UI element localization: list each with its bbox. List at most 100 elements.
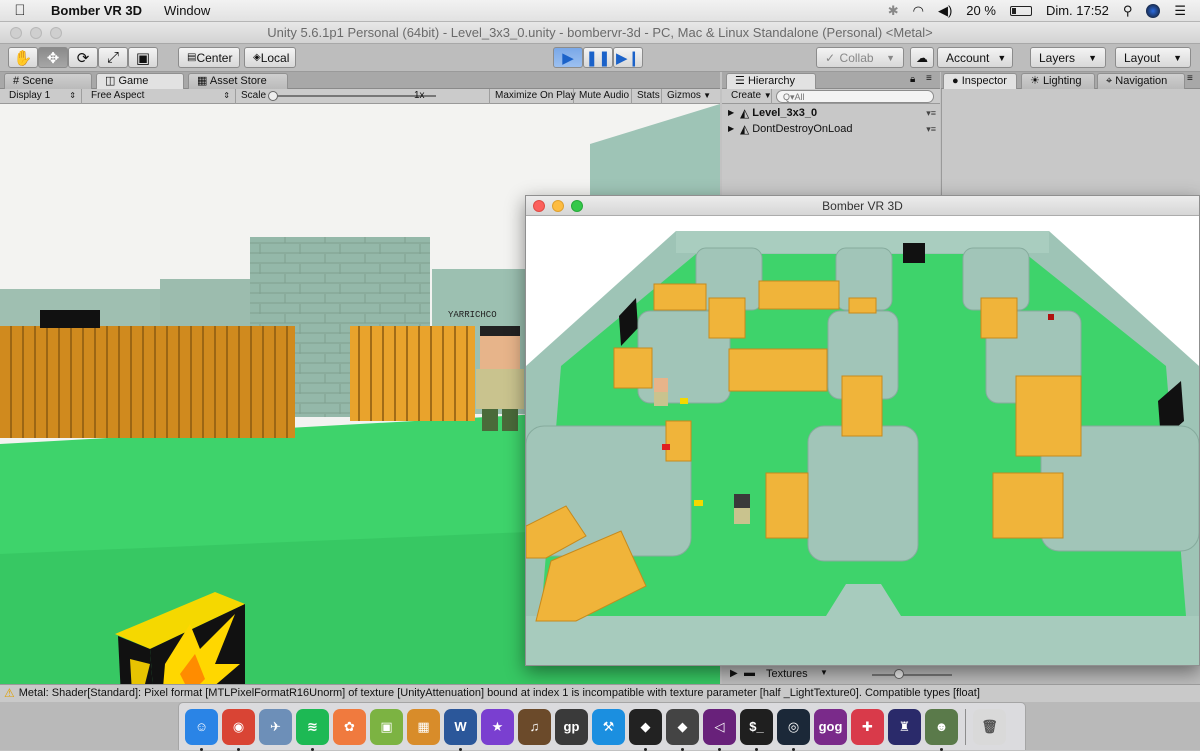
steam-icon[interactable]: ◎ xyxy=(777,708,810,751)
zoom-button[interactable] xyxy=(50,27,62,39)
scale-slider[interactable]: Scale 1x xyxy=(236,89,490,104)
console-status-bar[interactable]: ⚠ Metal: Shader[Standard]: Pixel format … xyxy=(0,684,1200,702)
gizmos-dropdown[interactable]: Gizmos ▼ xyxy=(662,89,716,104)
close-button[interactable] xyxy=(533,200,545,212)
game-window-titlebar[interactable]: Bomber VR 3D xyxy=(526,196,1199,216)
zoom-button[interactable] xyxy=(571,200,583,212)
unity-icon[interactable]: ◆ xyxy=(629,708,662,751)
panel-menu-icon[interactable]: ≡ xyxy=(1187,73,1193,84)
game-window-title: Bomber VR 3D xyxy=(822,199,903,213)
expand-triangle-icon[interactable]: ▶ xyxy=(728,121,737,137)
front-wall xyxy=(526,616,1199,665)
xcode-icon[interactable]: ⚒ xyxy=(592,708,625,745)
gog-icon-glyph: gog xyxy=(818,719,843,734)
spotlight-icon[interactable]: ⚲ xyxy=(1123,3,1133,19)
tab-lighting[interactable]: ☀ Lighting xyxy=(1021,73,1095,89)
cloud-button[interactable]: ☁ xyxy=(910,47,934,68)
visual-studio-icon[interactable]: ◁ xyxy=(703,708,736,751)
gamepad-icon[interactable]: ✚ xyxy=(851,708,884,745)
play-button[interactable]: ▶ xyxy=(553,47,583,68)
word-icon-glyph: W xyxy=(454,719,467,734)
account-dropdown[interactable]: Account ▼ xyxy=(937,47,1013,68)
crate-planks xyxy=(350,326,475,421)
expand-triangle-icon[interactable]: ▶ xyxy=(728,105,737,121)
mute-audio-toggle[interactable]: Mute Audio xyxy=(574,89,632,104)
hierarchy-tabbar: ☰ Hierarchy 🔒︎ ≡ xyxy=(722,72,940,89)
tab-inspector[interactable]: ● Inspector xyxy=(943,73,1017,89)
battery-percent[interactable]: 20 % xyxy=(966,3,996,18)
tab-hierarchy[interactable]: ☰ Hierarchy xyxy=(726,73,816,89)
minimize-button[interactable] xyxy=(30,27,42,39)
layers-dropdown[interactable]: Layers ▼ xyxy=(1030,47,1106,68)
tab-asset-store[interactable]: ▦ Asset Store xyxy=(188,73,288,89)
garageband-icon[interactable]: ♫ xyxy=(518,708,551,745)
hierarchy-item[interactable]: ▶ ◭ Level_3x3_0 ▾≡ xyxy=(728,105,936,121)
rect-tool-button[interactable]: ▣ xyxy=(128,47,158,68)
imovie-icon[interactable]: ★ xyxy=(481,708,514,745)
move-tool-button[interactable]: ✥ xyxy=(38,47,68,68)
stats-toggle[interactable]: Stats xyxy=(632,89,662,104)
window-menu[interactable]: Window xyxy=(153,3,221,18)
app-menu[interactable]: Bomber VR 3D xyxy=(40,3,153,18)
hand-tool-button[interactable]: ✋ xyxy=(8,47,38,68)
expand-triangle-icon[interactable]: ▶ xyxy=(730,668,738,679)
bomber-game-window[interactable]: Bomber VR 3D xyxy=(525,195,1200,666)
volume-icon[interactable]: ◀︎) xyxy=(938,3,952,19)
android-icon[interactable]: ▣ xyxy=(370,708,403,745)
display-dropdown[interactable]: Display 1 ⇕ xyxy=(4,89,82,104)
scale-tool-button[interactable]: ⤢ xyxy=(98,47,128,68)
tab-navigation[interactable]: ⌖ Navigation xyxy=(1097,73,1185,89)
create-dropdown[interactable]: Create ▼ xyxy=(726,89,772,104)
rotate-tool-button[interactable]: ⟳ xyxy=(68,47,98,68)
battery-icon[interactable] xyxy=(1009,5,1032,16)
chrome-icon[interactable]: ◉ xyxy=(222,708,255,751)
terminal-icon[interactable]: $_ xyxy=(740,708,773,751)
project-folder-label[interactable]: Textures xyxy=(766,668,808,680)
game-window-view[interactable] xyxy=(526,216,1199,665)
spotify-icon[interactable]: ≋ xyxy=(296,708,329,751)
word-icon[interactable]: W xyxy=(444,708,477,751)
hierarchy-search-input[interactable] xyxy=(776,90,934,103)
notification-center-icon[interactable]: ☰ xyxy=(1174,3,1186,19)
icon-size-thumb[interactable] xyxy=(894,669,904,679)
panel-menu-icon[interactable]: ≡ xyxy=(926,73,932,84)
siri-icon[interactable] xyxy=(1146,3,1161,18)
clock[interactable]: Dim. 17:52 xyxy=(1046,3,1109,18)
joystick-icon-glyph: ♜ xyxy=(898,718,911,734)
photos-icon[interactable]: ✿ xyxy=(333,708,366,745)
bluetooth-icon[interactable]: ✱ xyxy=(888,3,899,19)
maximize-on-play-toggle[interactable]: Maximize On Play xyxy=(490,89,576,104)
hierarchy-item[interactable]: ▶ ◭ DontDestroyOnLoad ▾≡ xyxy=(728,121,936,137)
unity-hub-icon[interactable]: ◆ xyxy=(666,708,699,751)
close-button[interactable] xyxy=(10,27,22,39)
trash-icon[interactable]: 🗑 xyxy=(973,708,1006,745)
running-indicator xyxy=(237,747,240,751)
lock-icon[interactable]: 🔒︎ xyxy=(910,74,915,85)
running-indicator xyxy=(311,747,314,751)
item-menu-icon[interactable]: ▾≡ xyxy=(926,105,936,121)
aspect-dropdown[interactable]: Free Aspect ⇕ xyxy=(86,89,236,104)
step-button[interactable]: ▶❙ xyxy=(613,47,643,68)
pixelmator-icon[interactable]: ▦ xyxy=(407,708,440,745)
apple-menu-icon[interactable]:  xyxy=(0,2,40,19)
wifi-icon[interactable]: ◠ xyxy=(913,3,924,19)
gog-icon[interactable]: gog xyxy=(814,708,847,745)
pivot-local-button[interactable]: ◈ Local xyxy=(244,47,296,68)
preview-icon[interactable]: ✈ xyxy=(259,708,292,745)
bomber-game-icon[interactable]: ☻ xyxy=(925,708,958,751)
arena-scene xyxy=(526,216,1199,665)
minimize-button[interactable] xyxy=(552,200,564,212)
chevron-down-icon: ▼ xyxy=(763,91,772,100)
item-menu-icon[interactable]: ▾≡ xyxy=(926,121,936,137)
layout-dropdown[interactable]: Layout ▼ xyxy=(1115,47,1191,68)
running-indicator xyxy=(718,747,721,751)
tab-scene[interactable]: # Scene xyxy=(4,73,92,89)
collab-button[interactable]: ✓ Collab ▼ xyxy=(816,47,904,68)
guitar-pro-icon[interactable]: gp xyxy=(555,708,588,745)
pause-button[interactable]: ❚❚ xyxy=(583,47,613,68)
finder-icon[interactable]: ☺ xyxy=(185,708,218,751)
scale-thumb[interactable] xyxy=(268,91,278,101)
joystick-icon[interactable]: ♜ xyxy=(888,708,921,745)
tab-game[interactable]: ◫ Game xyxy=(96,73,184,89)
pivot-center-button[interactable]: ▤ Center xyxy=(178,47,240,68)
